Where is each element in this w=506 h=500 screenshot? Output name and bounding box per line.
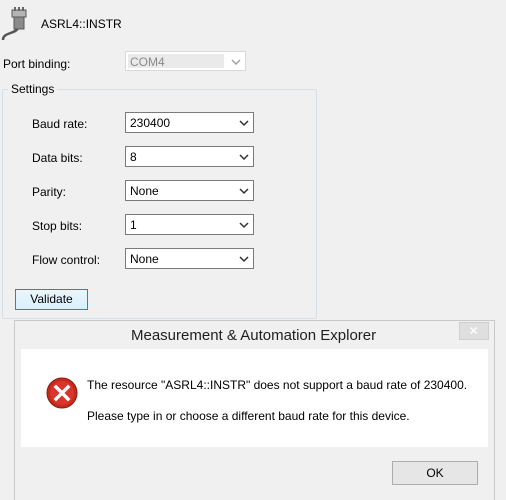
error-message-line2: Please type in or choose a different bau… [87, 409, 410, 423]
port-binding-label: Port binding: [3, 57, 71, 71]
dialog-title: Measurement & Automation Explorer [131, 327, 377, 344]
settings-legend: Settings [8, 82, 58, 96]
chevron-down-icon [239, 256, 249, 263]
flow-control-value: None [130, 252, 159, 266]
flow-control-select[interactable]: None [125, 248, 254, 269]
stop-bits-value: 1 [130, 218, 137, 232]
chevron-down-icon [239, 120, 249, 127]
data-bits-label: Data bits: [32, 151, 83, 165]
baud-rate-label: Baud rate: [32, 117, 88, 131]
parity-value: None [130, 184, 159, 198]
flow-control-label: Flow control: [32, 253, 101, 267]
resource-title: ASRL4::INSTR [41, 17, 122, 31]
stop-bits-label: Stop bits: [32, 219, 83, 233]
dialog-message-area [21, 349, 488, 447]
data-bits-select[interactable]: 8 [125, 146, 254, 167]
dialog-close-button[interactable] [459, 322, 489, 340]
stop-bits-select[interactable]: 1 [125, 214, 254, 235]
baud-rate-value: 230400 [130, 116, 171, 130]
serial-port-connector-icon [1, 7, 27, 41]
chevron-down-icon [231, 59, 241, 66]
validate-button[interactable]: Validate [15, 289, 88, 310]
baud-rate-select[interactable]: 230400 [125, 112, 254, 133]
error-message-line1: The resource "ASRL4::INSTR" does not sup… [87, 378, 468, 392]
close-icon [469, 326, 478, 335]
ok-button[interactable]: OK [392, 461, 478, 485]
parity-label: Parity: [32, 185, 67, 199]
chevron-down-icon [239, 154, 249, 161]
chevron-down-icon [239, 188, 249, 195]
chevron-down-icon [239, 222, 249, 229]
port-binding-select[interactable]: COM4 [125, 51, 246, 71]
data-bits-value: 8 [130, 150, 137, 164]
error-icon [46, 377, 78, 409]
parity-select[interactable]: None [125, 180, 254, 201]
port-binding-value: COM4 [130, 55, 165, 69]
